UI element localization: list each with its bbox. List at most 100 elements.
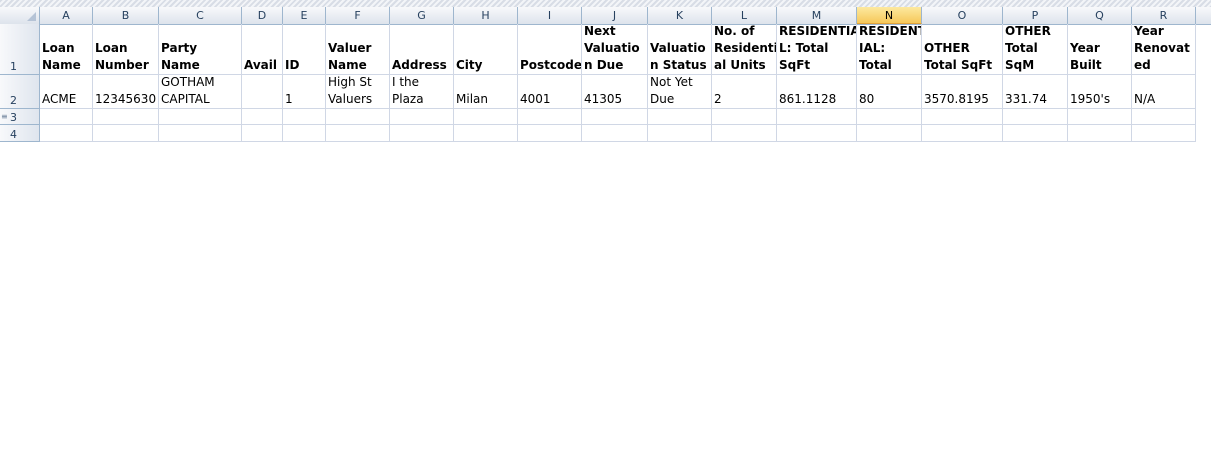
cell-i1[interactable]: Postcode bbox=[518, 24, 582, 75]
cell-j1[interactable]: Next Valuatio n Due bbox=[582, 24, 648, 75]
cell-n2[interactable]: 80 bbox=[857, 75, 922, 109]
cell-d4[interactable] bbox=[242, 125, 283, 142]
cell-a3[interactable] bbox=[40, 109, 93, 125]
cell-a2[interactable]: ACME bbox=[40, 75, 93, 109]
cell-k4[interactable] bbox=[648, 125, 712, 142]
spreadsheet-grid[interactable]: A B C D E F G H I J K L M N O P Q R 1 2 … bbox=[0, 0, 1211, 142]
cell-text: 12345630 bbox=[95, 92, 157, 106]
cell-l3[interactable] bbox=[712, 109, 777, 125]
cell-m1[interactable]: RESIDENTIA L: Total SqFt bbox=[777, 24, 857, 75]
cell-d2[interactable] bbox=[242, 75, 283, 109]
cell-h1[interactable]: City bbox=[454, 24, 518, 75]
cell-n4[interactable] bbox=[857, 125, 922, 142]
cell-j3[interactable] bbox=[582, 109, 648, 125]
cell-p1[interactable]: OTHER Total SqM bbox=[1003, 24, 1068, 75]
cell-m3[interactable] bbox=[777, 109, 857, 125]
column-header-h[interactable]: H bbox=[454, 7, 518, 24]
column-header-d[interactable]: D bbox=[242, 7, 283, 24]
cell-b1[interactable]: Loan Number bbox=[93, 24, 159, 75]
cell-g3[interactable] bbox=[390, 109, 454, 125]
cell-r1[interactable]: Year Renovat ed bbox=[1132, 24, 1196, 75]
cell-h3[interactable] bbox=[454, 109, 518, 125]
cell-c2[interactable]: GOTHAM CAPITAL bbox=[159, 75, 242, 109]
cell-e1[interactable]: ID bbox=[283, 24, 326, 75]
cell-g1[interactable]: Address bbox=[390, 24, 454, 75]
cell-text: Party Name bbox=[161, 41, 200, 72]
cell-l2[interactable]: 2 bbox=[712, 75, 777, 109]
cell-c4[interactable] bbox=[159, 125, 242, 142]
row-header-1[interactable]: 1 bbox=[0, 24, 40, 75]
cell-d3[interactable] bbox=[242, 109, 283, 125]
column-header-k[interactable]: K bbox=[648, 7, 712, 24]
column-header-i[interactable]: I bbox=[518, 7, 582, 24]
cell-m4[interactable] bbox=[777, 125, 857, 142]
cell-a1[interactable]: Loan Name bbox=[40, 24, 93, 75]
column-header-q[interactable]: Q bbox=[1068, 7, 1132, 24]
column-header-r[interactable]: R bbox=[1132, 7, 1196, 24]
column-header-n[interactable]: N bbox=[857, 7, 922, 24]
column-header-j[interactable]: J bbox=[582, 7, 648, 24]
cell-a4[interactable] bbox=[40, 125, 93, 142]
cell-b3[interactable] bbox=[93, 109, 159, 125]
cell-g2[interactable]: I the Plaza bbox=[390, 75, 454, 109]
cell-j4[interactable] bbox=[582, 125, 648, 142]
cell-text: City bbox=[456, 58, 483, 72]
cell-f2[interactable]: High St Valuers bbox=[326, 75, 390, 109]
cell-f3[interactable] bbox=[326, 109, 390, 125]
column-header-e[interactable]: E bbox=[283, 7, 326, 24]
cell-n1[interactable]: RESIDENT IAL: Total bbox=[857, 24, 922, 75]
cell-e2[interactable]: 1 bbox=[283, 75, 326, 109]
column-header-m[interactable]: M bbox=[777, 7, 857, 24]
cell-c1[interactable]: Party Name bbox=[159, 24, 242, 75]
cell-g4[interactable] bbox=[390, 125, 454, 142]
column-header-l[interactable]: L bbox=[712, 7, 777, 24]
cell-i3[interactable] bbox=[518, 109, 582, 125]
row-header-4[interactable]: 4 bbox=[0, 125, 40, 142]
column-header-b[interactable]: B bbox=[93, 7, 159, 24]
cell-h4[interactable] bbox=[454, 125, 518, 142]
cell-l4[interactable] bbox=[712, 125, 777, 142]
cell-b4[interactable] bbox=[93, 125, 159, 142]
cell-p4[interactable] bbox=[1003, 125, 1068, 142]
column-header-f[interactable]: F bbox=[326, 7, 390, 24]
column-header-p[interactable]: P bbox=[1003, 7, 1068, 24]
cell-k3[interactable] bbox=[648, 109, 712, 125]
cell-q1[interactable]: Year Built bbox=[1068, 24, 1132, 75]
cell-r3[interactable] bbox=[1132, 109, 1196, 125]
cell-q2[interactable]: 1950's bbox=[1068, 75, 1132, 109]
cell-p2[interactable]: 331.74 bbox=[1003, 75, 1068, 109]
cell-n3[interactable] bbox=[857, 109, 922, 125]
column-header-c[interactable]: C bbox=[159, 7, 242, 24]
cell-o2[interactable]: 3570.8195 bbox=[922, 75, 1003, 109]
cell-r2[interactable]: N/A bbox=[1132, 75, 1196, 109]
cell-f1[interactable]: Valuer Name bbox=[326, 24, 390, 75]
cell-i2[interactable]: 4001 bbox=[518, 75, 582, 109]
cell-o1[interactable]: OTHER Total SqFt bbox=[922, 24, 1003, 75]
cell-m2[interactable]: 861.1128 bbox=[777, 75, 857, 109]
cell-r4[interactable] bbox=[1132, 125, 1196, 142]
cell-j2[interactable]: 41305 bbox=[582, 75, 648, 109]
cell-o4[interactable] bbox=[922, 125, 1003, 142]
cell-h2[interactable]: Milan bbox=[454, 75, 518, 109]
cell-d1[interactable]: Avail bbox=[242, 24, 283, 75]
row-header-3[interactable]: ≡ 3 bbox=[0, 109, 40, 125]
cell-k2[interactable]: Not Yet Due bbox=[648, 75, 712, 109]
column-header-g[interactable]: G bbox=[390, 7, 454, 24]
cell-q3[interactable] bbox=[1068, 109, 1132, 125]
row-header-2[interactable]: 2 bbox=[0, 75, 40, 109]
column-header-a[interactable]: A bbox=[40, 7, 93, 24]
cell-i4[interactable] bbox=[518, 125, 582, 142]
cell-text: 331.74 bbox=[1005, 92, 1047, 106]
cell-q4[interactable] bbox=[1068, 125, 1132, 142]
select-all-button[interactable] bbox=[0, 7, 40, 24]
column-header-o[interactable]: O bbox=[922, 7, 1003, 24]
cell-f4[interactable] bbox=[326, 125, 390, 142]
cell-e3[interactable] bbox=[283, 109, 326, 125]
cell-l1[interactable]: No. of Residenti al Units bbox=[712, 24, 777, 75]
cell-o3[interactable] bbox=[922, 109, 1003, 125]
cell-e4[interactable] bbox=[283, 125, 326, 142]
cell-p3[interactable] bbox=[1003, 109, 1068, 125]
cell-b2[interactable]: 12345630 bbox=[93, 75, 159, 109]
cell-c3[interactable] bbox=[159, 109, 242, 125]
cell-k1[interactable]: Valuatio n Status bbox=[648, 24, 712, 75]
